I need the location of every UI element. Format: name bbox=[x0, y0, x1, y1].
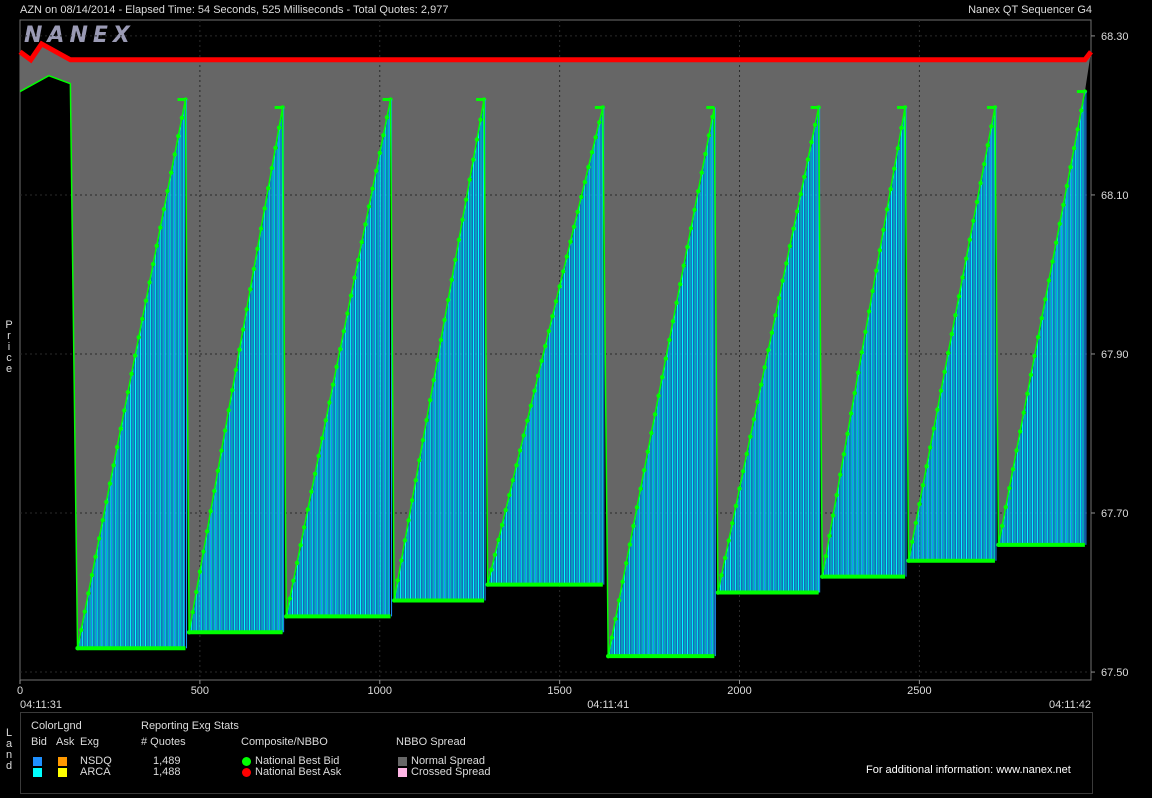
exchange-quotes: 1,488 bbox=[153, 766, 181, 778]
legend-col-exg: Exg bbox=[80, 736, 99, 748]
legend-side-label: Land bbox=[5, 727, 13, 772]
x-tick-label: 1500 bbox=[547, 685, 571, 697]
quote-chart: NANEX67.5067.7067.9068.1068.300 500 1000 15… bbox=[17, 19, 1129, 711]
time-label: 04:11:41 bbox=[587, 699, 629, 711]
legend-col-bid: Bid bbox=[31, 736, 47, 748]
nsdq-bid-swatch bbox=[33, 757, 42, 766]
normal-spread-swatch bbox=[398, 757, 407, 766]
arca-ask-swatch bbox=[58, 768, 67, 777]
ask-dot-icon bbox=[242, 768, 251, 777]
time-label: 04:11:31 bbox=[20, 699, 62, 711]
crossed-spread-label: Crossed Spread bbox=[411, 766, 491, 778]
bid-dot-icon bbox=[242, 757, 251, 766]
y-tick-label: 67.50 bbox=[1101, 667, 1129, 679]
nsdq-ask-swatch bbox=[58, 757, 67, 766]
legend-panel: ColorLgnd Bid Ask Exg NSDQ ARCA Reportin… bbox=[20, 712, 1093, 794]
x-tick-label: 500 bbox=[191, 685, 209, 697]
x-tick-label: 0 bbox=[17, 685, 23, 697]
nbbo-ask-label: National Best Ask bbox=[255, 766, 342, 778]
quotes-header: # Quotes bbox=[141, 736, 186, 748]
x-tick-label: 2000 bbox=[727, 685, 751, 697]
exchange-name: ARCA bbox=[80, 766, 111, 778]
y-tick-label: 67.90 bbox=[1101, 349, 1129, 361]
legend-col-ask: Ask bbox=[56, 736, 75, 748]
x-tick-label: 2500 bbox=[907, 685, 931, 697]
spread-title: NBBO Spread bbox=[396, 736, 466, 748]
y-tick-label: 68.30 bbox=[1101, 31, 1129, 43]
crossed-spread-swatch bbox=[398, 768, 407, 777]
x-tick-label: 1000 bbox=[368, 685, 392, 697]
y-tick-label: 68.10 bbox=[1101, 190, 1129, 202]
stats-title: Reporting Exg Stats bbox=[141, 720, 239, 732]
time-label: 04:11:42 bbox=[1049, 699, 1091, 711]
legend-title: ColorLgnd bbox=[31, 720, 82, 732]
arca-bid-swatch bbox=[33, 768, 42, 777]
price-axis-label: Price bbox=[5, 319, 13, 375]
footer-info: For additional information: www.nanex.ne… bbox=[866, 764, 1071, 776]
y-tick-label: 67.70 bbox=[1101, 508, 1129, 520]
nbbo-title: Composite/NBBO bbox=[241, 736, 328, 748]
